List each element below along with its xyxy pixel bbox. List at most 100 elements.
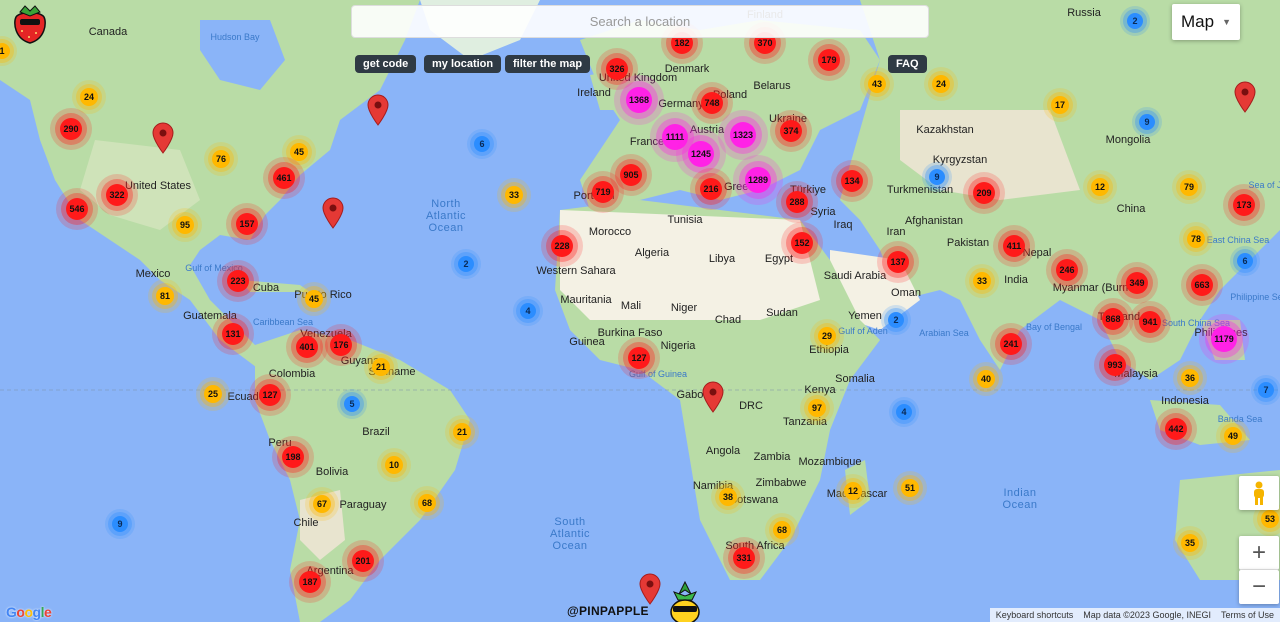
location-pin-icon[interactable] <box>367 94 389 126</box>
marker-cluster[interactable]: 36 <box>1181 369 1199 387</box>
marker-cluster[interactable]: 719 <box>592 181 614 203</box>
marker-cluster[interactable]: 223 <box>227 270 249 292</box>
marker-cluster[interactable]: 79 <box>1180 178 1198 196</box>
marker-cluster[interactable]: 33 <box>505 186 523 204</box>
marker-cluster[interactable]: 49 <box>1224 427 1242 445</box>
marker-cluster[interactable]: 21 <box>372 358 390 376</box>
marker-cluster[interactable]: 45 <box>290 143 308 161</box>
get-code-button[interactable]: get code <box>355 55 417 73</box>
marker-cluster[interactable]: 9 <box>929 169 945 185</box>
marker-cluster[interactable]: 17 <box>1051 96 1069 114</box>
marker-cluster[interactable]: 326 <box>606 58 628 80</box>
marker-cluster[interactable]: 748 <box>701 92 723 114</box>
marker-cluster[interactable]: 5 <box>344 396 360 412</box>
zoom-in-button[interactable]: + <box>1239 536 1279 570</box>
marker-cluster[interactable]: 246 <box>1056 259 1078 281</box>
faq-button[interactable]: FAQ <box>888 55 927 73</box>
marker-cluster[interactable]: 45 <box>305 290 323 308</box>
marker-cluster[interactable]: 2 <box>1127 13 1143 29</box>
marker-cluster[interactable]: 7 <box>1258 382 1274 398</box>
marker-cluster[interactable]: 6 <box>474 136 490 152</box>
marker-cluster[interactable]: 228 <box>551 235 573 257</box>
marker-cluster[interactable]: 137 <box>887 251 909 273</box>
marker-cluster[interactable]: 546 <box>66 198 88 220</box>
marker-cluster[interactable]: 33 <box>973 272 991 290</box>
marker-cluster[interactable]: 1245 <box>688 141 714 167</box>
marker-cluster[interactable]: 1179 <box>1211 326 1237 352</box>
marker-cluster[interactable]: 868 <box>1102 308 1124 330</box>
search-location-input[interactable] <box>351 5 929 38</box>
marker-cluster[interactable]: 95 <box>176 216 194 234</box>
marker-cluster[interactable]: 24 <box>80 88 98 106</box>
marker-cluster[interactable]: 411 <box>1003 235 1025 257</box>
marker-cluster[interactable]: 43 <box>868 75 886 93</box>
marker-cluster[interactable]: 173 <box>1233 194 1255 216</box>
street-view-pegman-button[interactable] <box>1239 476 1279 510</box>
marker-cluster[interactable]: 9 <box>112 516 128 532</box>
marker-cluster[interactable]: 241 <box>1000 333 1022 355</box>
marker-cluster[interactable]: 157 <box>236 213 258 235</box>
location-pin-icon[interactable] <box>1234 81 1256 113</box>
marker-cluster[interactable]: 152 <box>791 232 813 254</box>
marker-cluster[interactable]: 1323 <box>730 122 756 148</box>
marker-cluster[interactable]: 905 <box>620 164 642 186</box>
marker-cluster[interactable]: 201 <box>352 550 374 572</box>
marker-cluster[interactable]: 68 <box>418 494 436 512</box>
location-pin-icon[interactable] <box>702 381 724 413</box>
terms-of-use-link[interactable]: Terms of Use <box>1221 610 1274 620</box>
filter-map-button[interactable]: filter the map <box>505 55 591 73</box>
marker-cluster[interactable]: 663 <box>1191 274 1213 296</box>
marker-cluster[interactable]: 21 <box>453 423 471 441</box>
marker-cluster[interactable]: 993 <box>1104 354 1126 376</box>
marker-cluster[interactable]: 374 <box>780 120 802 142</box>
marker-cluster[interactable]: 134 <box>841 170 863 192</box>
marker-cluster[interactable]: 331 <box>733 547 755 569</box>
marker-cluster[interactable]: 349 <box>1126 272 1148 294</box>
marker-cluster[interactable]: 76 <box>212 150 230 168</box>
marker-cluster[interactable]: 10 <box>385 456 403 474</box>
marker-cluster[interactable]: 179 <box>818 49 840 71</box>
world-map[interactable]: Canada United States Mexico Cuba Guatemala Pu… <box>0 0 1280 622</box>
marker-cluster[interactable]: 288 <box>786 191 808 213</box>
location-pin-icon[interactable] <box>152 122 174 154</box>
marker-cluster[interactable]: 442 <box>1165 418 1187 440</box>
marker-cluster[interactable]: 12 <box>1091 178 1109 196</box>
marker-cluster[interactable]: 29 <box>818 327 836 345</box>
location-pin-icon[interactable] <box>639 573 661 605</box>
marker-cluster[interactable]: 51 <box>901 479 919 497</box>
marker-cluster[interactable]: 35 <box>1181 534 1199 552</box>
marker-cluster[interactable]: 209 <box>973 182 995 204</box>
marker-cluster[interactable]: 9 <box>1139 114 1155 130</box>
marker-cluster[interactable]: 1289 <box>745 167 771 193</box>
marker-cluster[interactable]: 12 <box>844 482 862 500</box>
marker-cluster[interactable]: 131 <box>222 323 244 345</box>
marker-cluster[interactable]: 68 <box>773 521 791 539</box>
marker-cluster[interactable]: 216 <box>700 178 722 200</box>
marker-cluster[interactable]: 81 <box>156 287 174 305</box>
map-type-dropdown[interactable]: Map ▼ <box>1172 4 1240 40</box>
marker-cluster[interactable]: 322 <box>106 184 128 206</box>
marker-cluster[interactable]: 290 <box>60 118 82 140</box>
marker-cluster[interactable]: 2 <box>888 312 904 328</box>
zoom-out-button[interactable]: − <box>1239 570 1279 604</box>
marker-cluster[interactable]: 67 <box>313 495 331 513</box>
keyboard-shortcuts-link[interactable]: Keyboard shortcuts <box>996 610 1074 620</box>
marker-cluster[interactable]: 1368 <box>626 87 652 113</box>
location-pin-icon[interactable] <box>322 197 344 229</box>
marker-cluster[interactable]: 127 <box>259 384 281 406</box>
marker-cluster[interactable]: 127 <box>628 347 650 369</box>
my-location-button[interactable]: my location <box>424 55 502 73</box>
marker-cluster[interactable]: 401 <box>296 336 318 358</box>
marker-cluster[interactable]: 38 <box>719 488 737 506</box>
marker-cluster[interactable]: 2 <box>458 256 474 272</box>
marker-cluster[interactable]: 6 <box>1237 253 1253 269</box>
marker-cluster[interactable]: 40 <box>977 370 995 388</box>
marker-cluster[interactable]: 461 <box>273 167 295 189</box>
marker-cluster[interactable]: 1111 <box>662 124 688 150</box>
marker-cluster[interactable]: 4 <box>896 404 912 420</box>
marker-cluster[interactable]: 176 <box>330 334 352 356</box>
marker-cluster[interactable]: 97 <box>808 399 826 417</box>
marker-cluster[interactable]: 187 <box>299 571 321 593</box>
marker-cluster[interactable]: 78 <box>1187 230 1205 248</box>
marker-cluster[interactable]: 25 <box>204 385 222 403</box>
